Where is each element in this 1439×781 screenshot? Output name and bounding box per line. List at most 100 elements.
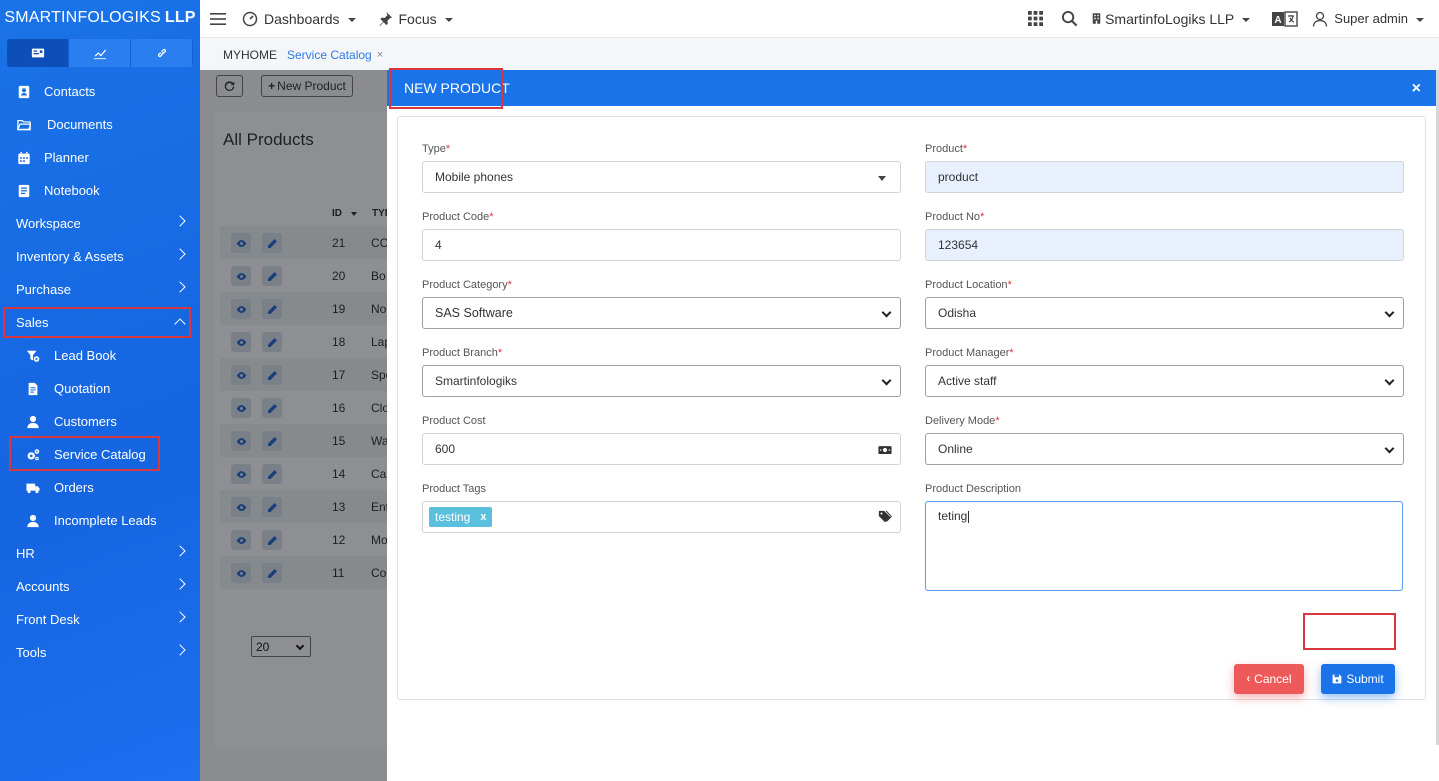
chevron-right-icon — [174, 611, 186, 623]
product-manager-select[interactable]: Active staff — [925, 365, 1404, 397]
view-button[interactable] — [231, 497, 251, 517]
sidebar-item-sales[interactable]: Sales — [0, 306, 200, 339]
apps-button[interactable] — [1028, 11, 1044, 26]
chevron-down-icon — [881, 307, 892, 318]
type-field: Type* Mobile phones — [422, 143, 901, 193]
modal-title: NEW PRODUCT — [404, 80, 510, 96]
funnel-icon — [26, 350, 40, 362]
id-column-header[interactable]: ID — [332, 208, 357, 219]
edit-button[interactable] — [262, 530, 282, 550]
sidebar-item-orders[interactable]: Orders — [0, 471, 200, 504]
plus-icon: + — [268, 79, 276, 93]
sidebar-item-accounts[interactable]: Accounts — [0, 570, 200, 603]
top-bar: Dashboards Focus SmartinfoLogiks LLP A S… — [200, 0, 1439, 38]
type-select[interactable]: Mobile phones — [422, 161, 901, 193]
edit-button[interactable] — [262, 398, 282, 418]
sidebar-item-service-catalog[interactable]: Service Catalog — [0, 438, 200, 471]
delivery-mode-select[interactable]: Online — [925, 433, 1404, 465]
product-input[interactable]: product — [925, 161, 1404, 193]
product-category-select[interactable]: SAS Software — [422, 297, 901, 329]
product-cost-input[interactable]: 600 — [422, 433, 901, 465]
edit-button[interactable] — [262, 365, 282, 385]
breadcrumb-home[interactable]: MYHOME — [223, 48, 277, 62]
row-id: 16 — [332, 401, 346, 415]
gauge-icon — [242, 11, 258, 26]
money-icon — [878, 443, 892, 457]
new-product-button[interactable]: + New Product — [261, 75, 353, 97]
hamburger-button[interactable] — [209, 10, 227, 28]
view-button[interactable] — [231, 431, 251, 451]
sidebar-item-hr[interactable]: HR — [0, 537, 200, 570]
product-no-input[interactable]: 123654 — [925, 229, 1404, 261]
view-button[interactable] — [231, 299, 251, 319]
product-code-input[interactable]: 4 — [422, 229, 901, 261]
sidebar-item-front-desk[interactable]: Front Desk — [0, 603, 200, 636]
sidebar-tab-menu[interactable] — [7, 39, 69, 67]
brand-logo[interactable]: SMARTINFOLOGIKS LLP — [0, 0, 200, 36]
view-button[interactable] — [231, 530, 251, 550]
view-button[interactable] — [231, 266, 251, 286]
sidebar-item-documents[interactable]: Documents — [0, 108, 200, 141]
edit-button[interactable] — [262, 431, 282, 451]
sidebar: SMARTINFOLOGIKS LLP Contacts Documents Pl… — [0, 0, 200, 781]
delivery-mode-field: Delivery Mode* Online — [925, 415, 1404, 465]
sidebar-item-tools[interactable]: Tools — [0, 636, 200, 669]
sidebar-item-workspace[interactable]: Workspace — [0, 207, 200, 240]
modal-close-button[interactable]: × — [1412, 80, 1421, 98]
caret-down-icon — [1416, 17, 1424, 22]
sidebar-item-incomplete-leads[interactable]: Incomplete Leads — [0, 504, 200, 537]
sidebar-tab-charts[interactable] — [69, 39, 131, 67]
sidebar-item-purchase[interactable]: Purchase — [0, 273, 200, 306]
product-location-select[interactable]: Odisha — [925, 297, 1404, 329]
user-icon — [27, 514, 39, 527]
sidebar-item-lead-book[interactable]: Lead Book — [0, 339, 200, 372]
sidebar-item-planner[interactable]: Planner — [0, 141, 200, 174]
eye-icon — [236, 238, 247, 249]
close-tab-icon[interactable]: × — [377, 49, 383, 61]
product-branch-select[interactable]: Smartinfologiks — [422, 365, 901, 397]
chevron-right-icon — [174, 215, 186, 227]
view-button[interactable] — [231, 233, 251, 253]
sidebar-item-customers[interactable]: Customers — [0, 405, 200, 438]
breadcrumb-service-catalog-tab[interactable]: Service Catalog — [287, 48, 372, 62]
cancel-button[interactable]: ‹ Cancel — [1234, 664, 1304, 694]
product-tags-input[interactable]: testing x — [422, 501, 901, 533]
pencil-icon — [267, 304, 278, 315]
sidebar-item-contacts[interactable]: Contacts — [0, 75, 200, 108]
submit-button[interactable]: Submit — [1321, 664, 1395, 694]
product-description-textarea[interactable]: teting — [925, 501, 1403, 591]
dashboards-menu[interactable]: Dashboards — [242, 11, 356, 27]
edit-button[interactable] — [262, 563, 282, 583]
view-button[interactable] — [231, 563, 251, 583]
pin-icon — [378, 11, 392, 26]
company-menu[interactable]: SmartinfoLogiks LLP — [1092, 11, 1251, 27]
sidebar-item-inventory[interactable]: Inventory & Assets — [0, 240, 200, 273]
highlight-submit — [1303, 613, 1396, 650]
view-button[interactable] — [231, 398, 251, 418]
sidebar-tab-links[interactable] — [131, 39, 193, 67]
edit-button[interactable] — [262, 299, 282, 319]
table-row: 20 Bo — [220, 259, 387, 292]
language-button[interactable]: A — [1272, 10, 1298, 27]
view-button[interactable] — [231, 332, 251, 352]
search-button[interactable] — [1061, 10, 1078, 27]
view-button[interactable] — [231, 464, 251, 484]
edit-button[interactable] — [262, 332, 282, 352]
table-row: 16 Clo — [220, 391, 389, 424]
edit-button[interactable] — [262, 233, 282, 253]
edit-button[interactable] — [262, 497, 282, 517]
table-row: 13 Ent — [220, 490, 389, 523]
page-size-select[interactable]: 20 — [251, 636, 311, 657]
chevron-down-icon — [881, 375, 892, 386]
chart-icon — [93, 49, 106, 60]
view-button[interactable] — [231, 365, 251, 385]
edit-button[interactable] — [262, 464, 282, 484]
sidebar-item-quotation[interactable]: Quotation — [0, 372, 200, 405]
user-menu[interactable]: Super admin — [1312, 11, 1424, 27]
remove-tag-button[interactable]: x — [480, 511, 486, 523]
refresh-button[interactable] — [216, 75, 243, 97]
focus-menu[interactable]: Focus — [378, 11, 453, 27]
edit-button[interactable] — [262, 266, 282, 286]
pencil-icon — [267, 337, 278, 348]
sidebar-item-notebook[interactable]: Notebook — [0, 174, 200, 207]
